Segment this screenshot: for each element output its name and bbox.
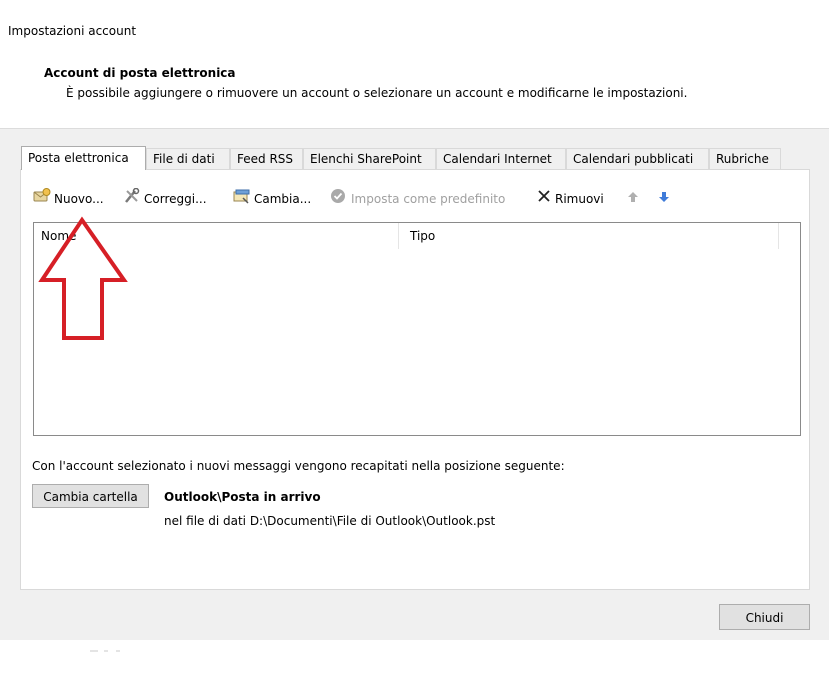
data-file-path: nel file di dati D:\Documenti\File di Ou… bbox=[164, 514, 496, 528]
accounts-list[interactable]: Nome Tipo bbox=[33, 222, 801, 436]
move-up-button[interactable] bbox=[627, 187, 642, 211]
arrow-up-icon bbox=[627, 188, 639, 212]
repair-tools-icon bbox=[123, 187, 141, 212]
new-mail-account-icon bbox=[33, 187, 51, 212]
column-divider[interactable] bbox=[778, 223, 779, 249]
close-button[interactable]: Chiudi bbox=[719, 604, 810, 630]
tab-posta-elettronica[interactable]: Posta elettronica bbox=[21, 146, 146, 170]
dialog-header: Impostazioni account Account di posta el… bbox=[0, 0, 829, 129]
section-description: È possibile aggiungere o rimuovere un ac… bbox=[66, 86, 688, 100]
tab-calendari-internet[interactable]: Calendari Internet bbox=[436, 148, 566, 169]
tab-file-di-dati[interactable]: File di dati bbox=[146, 148, 230, 169]
arrow-down-icon bbox=[658, 188, 670, 212]
repair-account-button[interactable]: Correggi... bbox=[123, 187, 207, 211]
annotation-red-arrow bbox=[38, 216, 128, 340]
residual-mark bbox=[90, 650, 120, 652]
section-title: Account di posta elettronica bbox=[44, 66, 236, 80]
move-down-button[interactable] bbox=[658, 187, 673, 211]
remove-account-label: Rimuovi bbox=[555, 192, 604, 206]
delivery-folder-path: Outlook\Posta in arrivo bbox=[164, 490, 321, 504]
change-folder-button[interactable]: Cambia cartella bbox=[32, 484, 149, 508]
delivery-info-text: Con l'account selezionato i nuovi messag… bbox=[32, 459, 565, 473]
column-header-tipo[interactable]: Tipo bbox=[410, 229, 435, 243]
tab-rubriche[interactable]: Rubriche bbox=[709, 148, 781, 169]
remove-account-button[interactable]: Rimuovi bbox=[536, 187, 604, 211]
change-account-icon bbox=[233, 188, 251, 212]
new-account-button[interactable]: Nuovo... bbox=[33, 187, 104, 211]
check-circle-icon bbox=[330, 188, 348, 212]
set-default-button[interactable]: Imposta come predefinito bbox=[330, 187, 505, 211]
account-settings-dialog: Impostazioni account Account di posta el… bbox=[0, 0, 829, 640]
tab-feed-rss[interactable]: Feed RSS bbox=[230, 148, 303, 169]
change-account-label: Cambia... bbox=[254, 192, 312, 206]
tab-elenchi-sharepoint[interactable]: Elenchi SharePoint bbox=[303, 148, 436, 169]
window-title: Impostazioni account bbox=[8, 24, 137, 38]
column-divider[interactable] bbox=[398, 223, 399, 249]
set-default-label: Imposta come predefinito bbox=[351, 192, 506, 206]
change-account-button[interactable]: Cambia... bbox=[233, 187, 311, 211]
new-account-label: Nuovo... bbox=[54, 192, 104, 206]
x-icon bbox=[536, 188, 552, 212]
tab-calendari-pubblicati[interactable]: Calendari pubblicati bbox=[566, 148, 709, 169]
repair-account-label: Correggi... bbox=[144, 192, 207, 206]
